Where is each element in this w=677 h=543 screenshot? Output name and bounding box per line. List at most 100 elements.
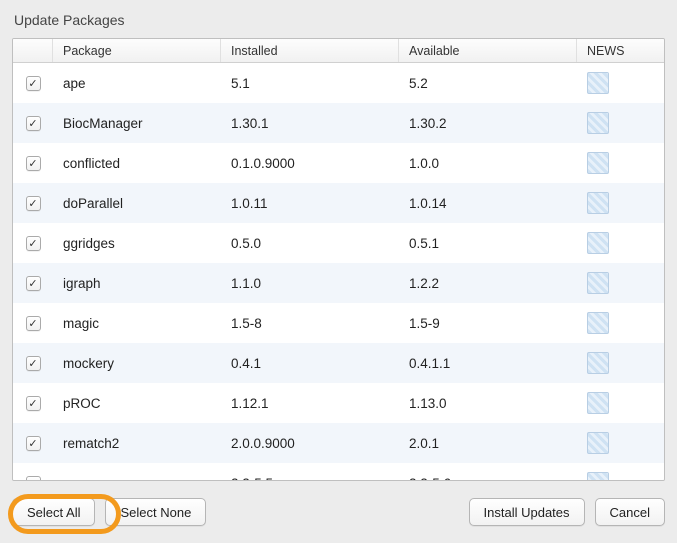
cell-checkbox: ✓ [13, 236, 53, 251]
news-icon[interactable] [587, 352, 609, 374]
row-checkbox[interactable]: ✓ [26, 116, 41, 131]
cell-installed: 1.5-8 [221, 316, 399, 331]
cell-news [577, 152, 664, 174]
cell-installed: 2.0.0.9000 [221, 436, 399, 451]
cell-available: 1.2.2 [399, 276, 577, 291]
news-icon[interactable] [587, 112, 609, 134]
cell-news [577, 272, 664, 294]
table-row[interactable]: ✓ape5.15.2 [13, 63, 664, 103]
table-row[interactable]: ✓ sm2.2-5.52.2-5.6 [13, 463, 664, 480]
update-packages-dialog: Update Packages Package Installed Availa… [0, 0, 677, 543]
cell-available: 0.5.1 [399, 236, 577, 251]
cell-package: BiocManager [53, 116, 221, 131]
col-news[interactable]: NEWS [577, 39, 664, 62]
table-row[interactable]: ✓ggridges0.5.00.5.1 [13, 223, 664, 263]
cell-package: igraph [53, 276, 221, 291]
cell-available: 5.2 [399, 76, 577, 91]
row-checkbox[interactable]: ✓ [26, 196, 41, 211]
cell-checkbox: ✓ [13, 476, 53, 481]
table-row[interactable]: ✓ doParallel1.0.111.0.14 [13, 183, 664, 223]
cell-news [577, 472, 664, 480]
cell-installed: 2.2-5.5 [221, 476, 399, 481]
row-checkbox[interactable]: ✓ [26, 356, 41, 371]
select-none-button[interactable]: Select None [105, 498, 206, 526]
cell-checkbox: ✓ [13, 436, 53, 451]
cell-checkbox: ✓ [13, 156, 53, 171]
table-row[interactable]: ✓ BiocManager1.30.11.30.2 [13, 103, 664, 143]
col-installed[interactable]: Installed [221, 39, 399, 62]
cell-available: 1.13.0 [399, 396, 577, 411]
table-row[interactable]: ✓ magic1.5-81.5-9 [13, 303, 664, 343]
cell-available: 1.30.2 [399, 116, 577, 131]
cell-checkbox: ✓ [13, 356, 53, 371]
cell-checkbox: ✓ [13, 396, 53, 411]
col-package[interactable]: Package [53, 39, 221, 62]
cell-checkbox: ✓ [13, 196, 53, 211]
cell-news [577, 312, 664, 334]
cell-available: 1.5-9 [399, 316, 577, 331]
row-checkbox[interactable]: ✓ [26, 156, 41, 171]
news-icon[interactable] [587, 312, 609, 334]
cell-package: ape [53, 76, 221, 91]
row-checkbox[interactable]: ✓ [26, 316, 41, 331]
cell-available: 0.4.1.1 [399, 356, 577, 371]
cell-news [577, 112, 664, 134]
table-body[interactable]: ✓ape5.15.2✓BiocManager1.30.11.30.2✓confl… [13, 63, 664, 480]
cell-package: ggridges [53, 236, 221, 251]
news-icon[interactable] [587, 432, 609, 454]
cell-available: 1.0.14 [399, 196, 577, 211]
row-checkbox[interactable]: ✓ [26, 476, 41, 481]
cell-installed: 1.30.1 [221, 116, 399, 131]
cell-package: conflicted [53, 156, 221, 171]
cell-news [577, 432, 664, 454]
select-all-button[interactable]: Select All [12, 498, 95, 526]
packages-table: Package Installed Available NEWS ✓ape5.1… [12, 38, 665, 481]
cell-package: mockery [53, 356, 221, 371]
row-checkbox[interactable]: ✓ [26, 276, 41, 291]
row-checkbox[interactable]: ✓ [26, 396, 41, 411]
table-row[interactable]: ✓ conflicted0.1.0.90001.0.0 [13, 143, 664, 183]
table-row[interactable]: ✓ pROC1.12.11.13.0 [13, 383, 664, 423]
cell-checkbox: ✓ [13, 276, 53, 291]
cell-checkbox: ✓ [13, 116, 53, 131]
cell-checkbox: ✓ [13, 76, 53, 91]
cell-installed: 0.4.1 [221, 356, 399, 371]
col-available[interactable]: Available [399, 39, 577, 62]
cell-news [577, 192, 664, 214]
table-row[interactable]: ✓ igraph1.1.01.2.2 [13, 263, 664, 303]
row-checkbox[interactable]: ✓ [26, 436, 41, 451]
cell-news [577, 352, 664, 374]
cell-package: pROC [53, 396, 221, 411]
cell-installed: 1.0.11 [221, 196, 399, 211]
news-icon[interactable] [587, 72, 609, 94]
cell-available: 2.2-5.6 [399, 476, 577, 481]
cancel-button[interactable]: Cancel [595, 498, 665, 526]
cell-news [577, 392, 664, 414]
news-icon[interactable] [587, 192, 609, 214]
cell-available: 1.0.0 [399, 156, 577, 171]
news-icon[interactable] [587, 472, 609, 480]
cell-news [577, 72, 664, 94]
row-checkbox[interactable]: ✓ [26, 236, 41, 251]
cell-package: magic [53, 316, 221, 331]
cell-installed: 0.1.0.9000 [221, 156, 399, 171]
news-icon[interactable] [587, 392, 609, 414]
news-icon[interactable] [587, 272, 609, 294]
cell-news [577, 232, 664, 254]
install-updates-button[interactable]: Install Updates [469, 498, 585, 526]
cell-installed: 1.12.1 [221, 396, 399, 411]
news-icon[interactable] [587, 152, 609, 174]
cell-package: doParallel [53, 196, 221, 211]
cell-package: sm [53, 476, 221, 481]
news-icon[interactable] [587, 232, 609, 254]
cell-installed: 1.1.0 [221, 276, 399, 291]
dialog-title: Update Packages [12, 10, 665, 38]
row-checkbox[interactable]: ✓ [26, 76, 41, 91]
cell-checkbox: ✓ [13, 316, 53, 331]
dialog-footer: Select All Select None Install Updates C… [12, 481, 665, 531]
table-row[interactable]: ✓rematch22.0.0.90002.0.1 [13, 423, 664, 463]
cell-package: rematch2 [53, 436, 221, 451]
table-row[interactable]: ✓ mockery0.4.10.4.1.1 [13, 343, 664, 383]
col-checkbox [13, 39, 53, 62]
table-header: Package Installed Available NEWS [13, 39, 664, 63]
